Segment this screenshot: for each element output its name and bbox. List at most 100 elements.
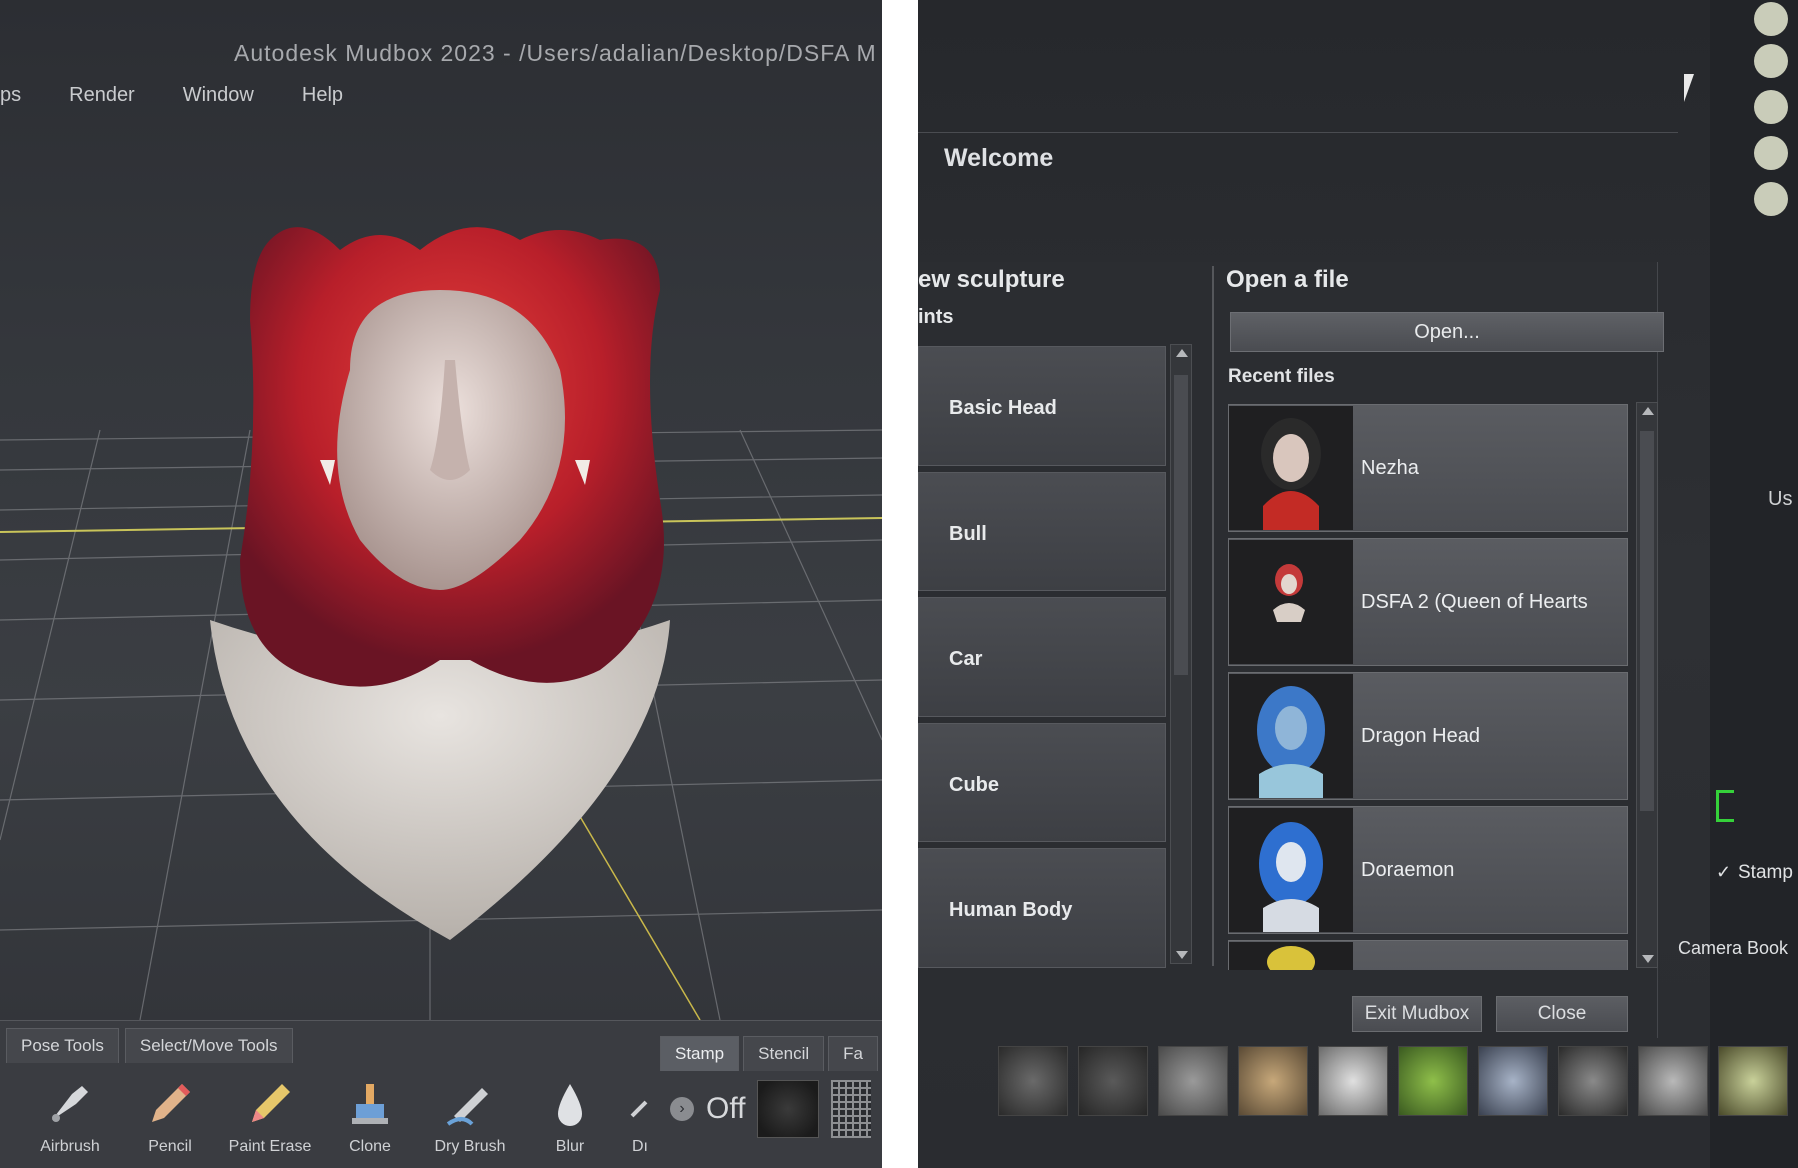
- sculpture-label: Human Body: [949, 899, 1073, 922]
- clone-icon: [352, 1084, 388, 1124]
- tool-label: Paint Erase: [228, 1138, 312, 1155]
- recent-file-label: Nezha: [1361, 456, 1419, 479]
- stamp-checkbox-label: Stamp: [1738, 862, 1793, 883]
- list-item[interactable]: Human Body: [918, 848, 1166, 968]
- recent-file-item[interactable]: Doraemon: [1228, 806, 1628, 934]
- sculpture-label: Bull: [949, 522, 987, 545]
- close-button[interactable]: Close: [1496, 996, 1628, 1032]
- recent-thumbnail: [1229, 942, 1353, 970]
- menu-maps[interactable]: ps: [0, 84, 45, 107]
- stamp-thumbnail[interactable]: [1638, 1046, 1708, 1116]
- sculpture-scrollbar[interactable]: [1170, 344, 1192, 964]
- tool-airbrush[interactable]: Airbrush: [20, 1076, 120, 1156]
- open-button[interactable]: Open...: [1230, 312, 1664, 352]
- swatch-circle[interactable]: [1754, 44, 1788, 78]
- tool-label: Dı: [632, 1138, 648, 1155]
- sculpture-list: Basic Head Bull Car Cube Human Body: [918, 346, 1166, 968]
- mudbox-viewport-photo: Autodesk Mudbox 2023 - /Users/adalian/De…: [0, 0, 882, 1168]
- dragon-head-thumbnail: [1229, 674, 1353, 798]
- recent-file-label: DSFA 2 (Queen of Hearts: [1361, 590, 1588, 613]
- menu-window[interactable]: Window: [159, 84, 278, 107]
- list-item[interactable]: Car: [918, 597, 1166, 717]
- stamp-thumbnail[interactable]: [1558, 1046, 1628, 1116]
- 3d-viewport[interactable]: [0, 140, 882, 1020]
- tool-paint-erase[interactable]: Paint Erase: [220, 1076, 320, 1156]
- tool-partial[interactable]: Dı: [620, 1076, 660, 1156]
- sculpture-label: Cube: [949, 773, 999, 796]
- tool-dry-brush[interactable]: Dry Brush: [420, 1076, 520, 1156]
- tab-falloff[interactable]: Fa: [828, 1036, 879, 1071]
- bracket-icon: [1716, 790, 1734, 822]
- tab-pose-tools[interactable]: Pose Tools: [6, 1028, 119, 1063]
- stamp-off-label[interactable]: Off: [706, 1092, 745, 1126]
- stamp-thumbnail[interactable]: [1718, 1046, 1788, 1116]
- stamp-thumbnail[interactable]: [1478, 1046, 1548, 1116]
- stamp-thumbnail[interactable]: [998, 1046, 1068, 1116]
- checkbox-icon[interactable]: ✓: [1716, 862, 1731, 883]
- stamp-thumbnail[interactable]: [1078, 1046, 1148, 1116]
- list-item[interactable]: Basic Head: [918, 346, 1166, 466]
- swatch-circle[interactable]: [1754, 90, 1788, 124]
- toolset-tabs: Pose Tools Select/Move Tools: [6, 1028, 293, 1063]
- recent-file-item[interactable]: Dragon Head: [1228, 672, 1628, 800]
- stamp-tray: [998, 1046, 1798, 1122]
- menu-render[interactable]: Render: [45, 84, 159, 107]
- menu-help[interactable]: Help: [278, 84, 367, 107]
- tool-label: Airbrush: [40, 1138, 100, 1155]
- tab-stamp[interactable]: Stamp: [660, 1036, 740, 1071]
- recent-file-label: Doraemon: [1361, 858, 1455, 881]
- swatch-circle[interactable]: [1754, 2, 1788, 36]
- stamp-thumbnail[interactable]: [757, 1080, 820, 1138]
- photo-separator: [882, 0, 918, 1168]
- side-panel: [1710, 0, 1798, 1168]
- tool-clone[interactable]: Clone: [320, 1076, 420, 1156]
- recent-file-label: Dragon Head: [1361, 724, 1480, 747]
- tab-stencil[interactable]: Stencil: [743, 1036, 825, 1071]
- tool-label: Dry Brush: [434, 1138, 506, 1155]
- new-sculpture-heading: ew sculpture: [918, 266, 1065, 293]
- grid-stamp-thumbnail[interactable]: [831, 1080, 872, 1138]
- stamp-selector: › Off: [670, 1080, 872, 1138]
- tool-pencil[interactable]: Pencil: [120, 1076, 220, 1156]
- exit-mudbox-button[interactable]: Exit Mudbox: [1352, 996, 1482, 1032]
- recent-file-item[interactable]: DSFA 2 (Queen of Hearts: [1228, 538, 1628, 666]
- stamp-thumbnail[interactable]: [1318, 1046, 1388, 1116]
- open-file-heading: Open a file: [1226, 266, 1349, 293]
- scroll-down-icon[interactable]: [1176, 951, 1188, 959]
- stamp-thumbnail[interactable]: [1398, 1046, 1468, 1116]
- stamp-thumbnail[interactable]: [1158, 1046, 1228, 1116]
- side-label: Us: [1768, 488, 1793, 510]
- stamp-thumbnail[interactable]: [1238, 1046, 1308, 1116]
- scroll-up-icon[interactable]: [1176, 349, 1188, 357]
- recent-file-item[interactable]: Nezha: [1228, 404, 1628, 532]
- swatch-circle[interactable]: [1754, 182, 1788, 216]
- tool-icon: [630, 1100, 648, 1118]
- chevron-right-icon[interactable]: ›: [670, 1097, 694, 1121]
- recent-files-list: Nezha DSFA 2 (Queen of Hearts Dragon Hea…: [1228, 404, 1628, 970]
- scroll-up-icon[interactable]: [1642, 407, 1654, 415]
- scroll-thumb[interactable]: [1640, 431, 1654, 811]
- nezha-thumbnail: [1229, 406, 1353, 530]
- sculpture-label: Basic Head: [949, 397, 1057, 419]
- doraemon-thumbnail: [1229, 808, 1353, 932]
- list-item[interactable]: Cube: [918, 722, 1166, 843]
- camera-book-tab[interactable]: Camera Book: [1678, 938, 1788, 959]
- scroll-down-icon[interactable]: [1642, 955, 1654, 963]
- recent-file-item[interactable]: [1228, 940, 1628, 970]
- scroll-thumb[interactable]: [1174, 375, 1188, 675]
- queen-of-hearts-thumbnail: [1229, 540, 1353, 664]
- paint-erase-icon: [252, 1084, 290, 1122]
- sculpture-label: Car: [949, 648, 983, 671]
- window-title: Autodesk Mudbox 2023 - /Users/adalian/De…: [234, 40, 877, 66]
- dry-brush-icon: [446, 1088, 488, 1126]
- tool-label: Pencil: [148, 1138, 192, 1155]
- tool-blur[interactable]: Blur: [520, 1076, 620, 1156]
- blur-icon: [558, 1084, 582, 1126]
- welcome-dialog-photo: Welcome ew sculpture ints Basic Head Bul…: [918, 0, 1798, 1168]
- column-divider: [1212, 266, 1214, 966]
- list-item[interactable]: Bull: [918, 471, 1166, 592]
- recent-files-scrollbar[interactable]: [1636, 402, 1658, 968]
- tab-select-move-tools[interactable]: Select/Move Tools: [124, 1028, 293, 1063]
- swatch-circle[interactable]: [1754, 136, 1788, 170]
- menu-bar: ps Render Window Help: [0, 84, 367, 107]
